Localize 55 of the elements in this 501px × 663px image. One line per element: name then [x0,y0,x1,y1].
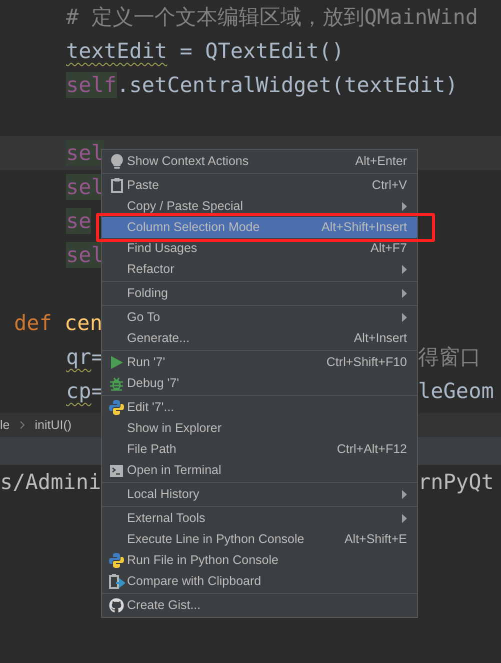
console-text: s/Admini [0,469,102,495]
submenu-arrow-icon [402,265,407,274]
submenu-arrow-icon [402,202,407,211]
menu-item[interactable]: Find Usages Alt+F7 [102,238,417,259]
breadcrumb-item[interactable]: initUI() [34,416,72,434]
breadcrumb-item[interactable]: le [0,416,10,434]
menu-item[interactable]: Go To [102,307,417,328]
code-token: sel [66,242,104,268]
submenu-arrow-icon [402,514,407,523]
menu-item[interactable]: Open in Terminal [102,460,417,481]
code-token: = QTextEdit() [178,38,344,64]
menu-item[interactable]: Compare with Clipboard [102,571,417,592]
play-icon [110,356,122,369]
clipboard-compare-icon [108,574,124,589]
console-text: rnPyQt [418,469,494,495]
code-token: 得窗口 [418,344,481,370]
menu-item[interactable]: Show in Explorer [102,418,417,439]
code-token: qr [66,344,92,370]
menu-item[interactable]: Execute Line in Python Console Alt+Shift+E [102,529,417,550]
code-token: textEdit [66,38,168,64]
bug-icon [110,376,123,390]
menu-item[interactable]: Local History [102,484,417,505]
menu-item[interactable]: Run '7' Ctrl+Shift+F10 [102,352,417,373]
menu-item[interactable]: Copy / Paste Special [102,196,417,217]
code-token: self [66,72,117,98]
clipboard-icon [110,178,122,193]
code-token: leGeom [418,378,494,404]
menu-item[interactable]: Show Context Actions Alt+Enter [102,151,417,172]
submenu-arrow-icon [402,289,407,298]
menu-item[interactable]: Generate... Alt+Insert [102,328,417,349]
menu-item[interactable]: Run File in Python Console [102,550,417,571]
code-token: .setCentralWidget(textEdit) [116,72,458,98]
submenu-arrow-icon [402,490,407,499]
menu-item[interactable]: Debug '7' [102,373,417,394]
menu-item[interactable]: Paste Ctrl+V [102,175,417,196]
chevron-icon [20,421,25,429]
code-token: sel [66,174,104,200]
menu-item[interactable]: Edit '7'... [102,397,417,418]
menu-item[interactable]: Folding [102,283,417,304]
github-icon [109,598,124,613]
menu-item[interactable]: File Path Ctrl+Alt+F12 [102,439,417,460]
python-icon [109,400,124,415]
code-token: se [66,208,92,234]
terminal-icon [110,464,123,476]
menu-item[interactable]: Refactor [102,259,417,280]
submenu-arrow-icon [402,313,407,322]
menu-item[interactable]: External Tools [102,508,417,529]
code-token: # 定义一个文本编辑区域，放到QMainWind [66,4,478,30]
python-icon [109,553,124,568]
code-token: def [14,310,52,336]
menu-item[interactable]: Create Gist... [102,595,417,616]
lightbulb-icon [110,154,122,169]
code-token: cen [64,310,102,336]
code-token: cp [66,378,92,404]
code-token: sel [66,140,104,166]
